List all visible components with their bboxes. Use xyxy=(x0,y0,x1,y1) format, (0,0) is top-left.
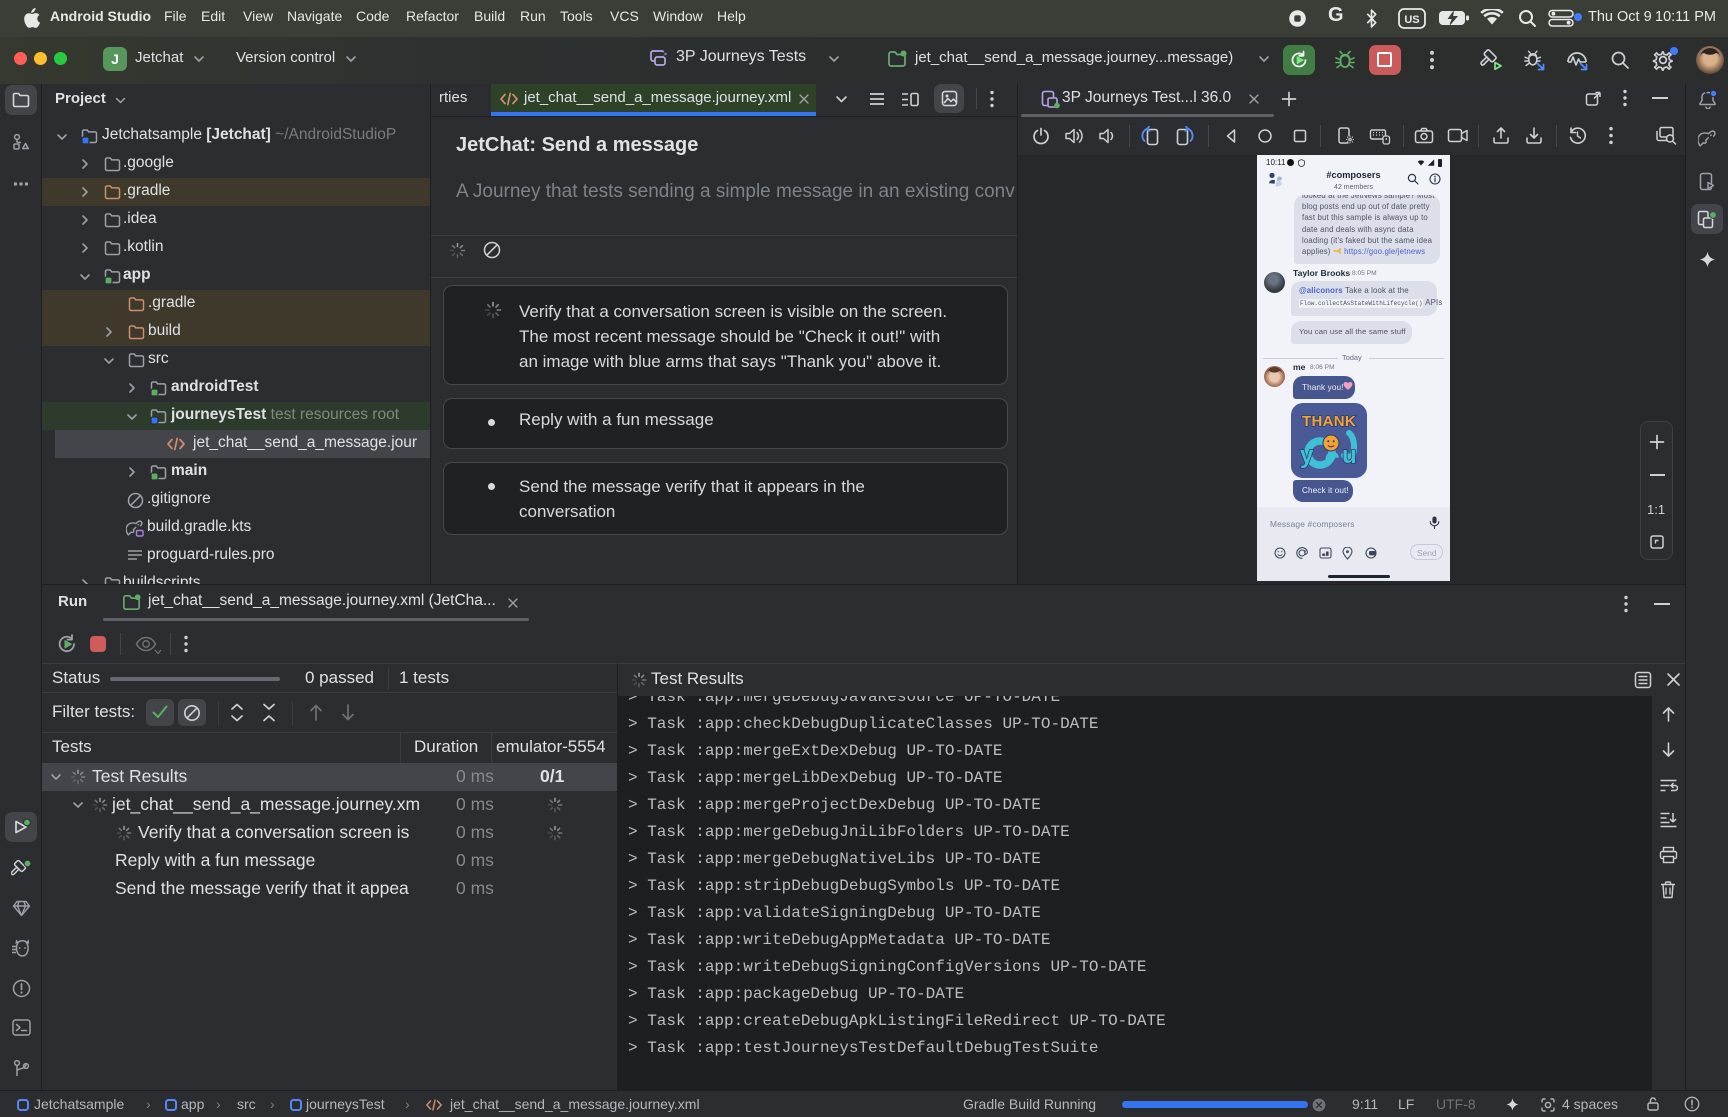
svg-text:THANK: THANK xyxy=(1302,413,1356,430)
svg-text:US: US xyxy=(1404,14,1419,26)
svg-text:u: u xyxy=(1342,442,1357,469)
svg-text:y: y xyxy=(1300,442,1314,469)
